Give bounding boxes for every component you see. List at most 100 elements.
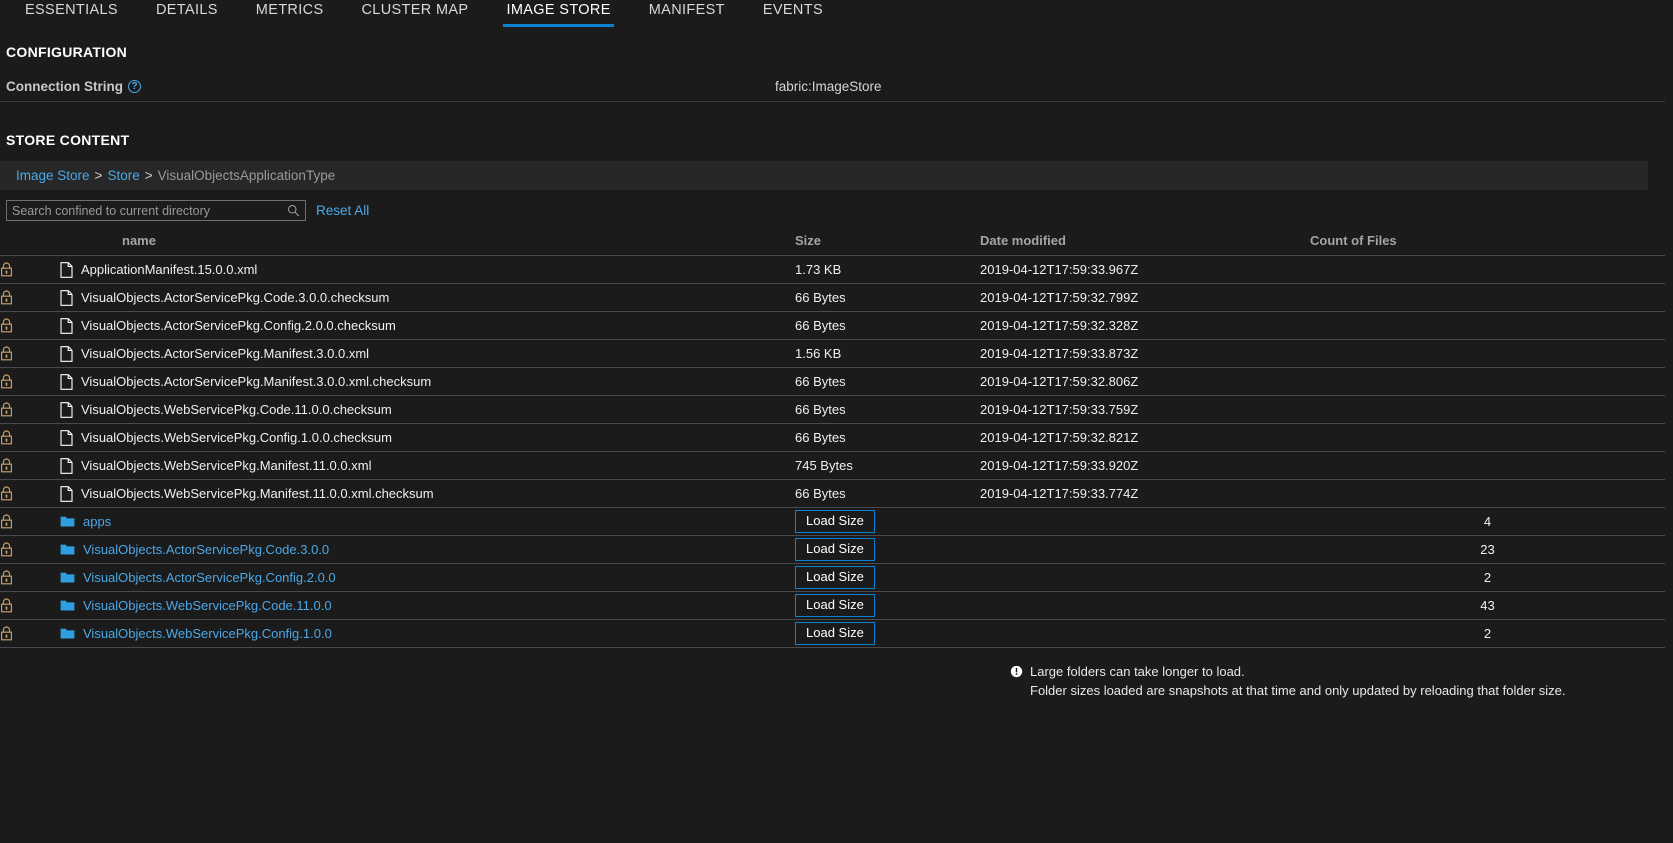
tab-cluster-map[interactable]: CLUSTER MAP bbox=[342, 0, 487, 27]
folder-name-link[interactable]: apps bbox=[83, 514, 111, 529]
file-icon bbox=[60, 261, 73, 278]
breadcrumb-separator: > bbox=[144, 168, 153, 183]
table-row[interactable]: VisualObjects.WebServicePkg.Code.11.0.0.… bbox=[0, 395, 1665, 424]
row-name-wrapper: VisualObjects.ActorServicePkg.Manifest.3… bbox=[60, 345, 795, 362]
row-count-of-files-cell: 2 bbox=[1310, 619, 1665, 648]
file-icon bbox=[60, 289, 73, 306]
row-lock-cell bbox=[0, 283, 60, 312]
lock-icon bbox=[1, 514, 12, 529]
file-icon bbox=[60, 317, 73, 334]
column-header-size[interactable]: Size bbox=[795, 227, 980, 256]
breadcrumb-item-2: VisualObjectsApplicationType bbox=[157, 168, 336, 183]
load-size-button[interactable]: Load Size bbox=[795, 594, 875, 617]
row-name-wrapper: VisualObjects.WebServicePkg.Code.11.0.0.… bbox=[60, 401, 795, 418]
row-name-cell: VisualObjects.WebServicePkg.Config.1.0.0 bbox=[60, 619, 795, 648]
row-name-cell: ApplicationManifest.15.0.0.xml bbox=[60, 255, 795, 284]
table-row[interactable]: VisualObjects.ActorServicePkg.Code.3.0.0… bbox=[0, 535, 1665, 564]
folder-name-link[interactable]: VisualObjects.ActorServicePkg.Code.3.0.0 bbox=[83, 542, 329, 557]
lock-icon bbox=[1, 374, 12, 389]
row-name-cell: VisualObjects.ActorServicePkg.Manifest.3… bbox=[60, 367, 795, 396]
row-count-of-files-cell bbox=[1310, 479, 1665, 508]
tab-events[interactable]: EVENTS bbox=[744, 0, 842, 27]
file-icon bbox=[60, 429, 73, 446]
tab-image-store[interactable]: IMAGE STORE bbox=[487, 0, 629, 27]
file-icon bbox=[60, 345, 73, 362]
breadcrumb-item-1[interactable]: Store bbox=[107, 168, 139, 183]
column-header-name[interactable]: name bbox=[60, 227, 795, 256]
row-name-wrapper: apps bbox=[60, 514, 795, 529]
row-lock-cell bbox=[0, 479, 60, 508]
row-size-cell: 66 Bytes bbox=[795, 395, 980, 424]
store-content-table: name Size Date modified Count of Files A… bbox=[0, 227, 1665, 648]
row-name-cell: VisualObjects.ActorServicePkg.Config.2.0… bbox=[60, 563, 795, 592]
tab-manifest[interactable]: MANIFEST bbox=[630, 0, 744, 27]
load-size-button[interactable]: Load Size bbox=[795, 622, 875, 645]
tab-metrics[interactable]: METRICS bbox=[237, 0, 343, 27]
folder-name-link[interactable]: VisualObjects.WebServicePkg.Config.1.0.0 bbox=[83, 626, 332, 641]
search-input[interactable] bbox=[7, 203, 305, 218]
row-name-wrapper: VisualObjects.WebServicePkg.Config.1.0.0 bbox=[60, 626, 795, 641]
question-mark-icon[interactable]: ? bbox=[128, 80, 141, 93]
note-line-2: Folder sizes loaded are snapshots at tha… bbox=[1030, 683, 1566, 698]
row-lock-cell bbox=[0, 339, 60, 368]
row-name-wrapper: ApplicationManifest.15.0.0.xml bbox=[60, 261, 795, 278]
row-date-modified-cell: 2019-04-12T17:59:33.920Z bbox=[980, 451, 1310, 480]
row-name-cell: apps bbox=[60, 507, 795, 536]
row-size-cell: Load Size bbox=[795, 591, 980, 620]
folder-icon bbox=[60, 516, 75, 527]
search-box[interactable] bbox=[6, 200, 306, 221]
table-row[interactable]: VisualObjects.ActorServicePkg.Config.2.0… bbox=[0, 311, 1665, 340]
configuration-section: CONFIGURATION Connection String ? fabric… bbox=[0, 44, 1673, 102]
tab-essentials[interactable]: ESSENTIALS bbox=[6, 0, 137, 27]
table-row[interactable]: VisualObjects.ActorServicePkg.Config.2.0… bbox=[0, 563, 1665, 592]
file-name: ApplicationManifest.15.0.0.xml bbox=[81, 262, 258, 277]
row-name-wrapper: VisualObjects.WebServicePkg.Code.11.0.0 bbox=[60, 598, 795, 613]
table-row[interactable]: VisualObjects.WebServicePkg.Config.1.0.0… bbox=[0, 619, 1665, 648]
file-name: VisualObjects.ActorServicePkg.Manifest.3… bbox=[81, 374, 432, 389]
row-lock-cell bbox=[0, 311, 60, 340]
file-name: VisualObjects.WebServicePkg.Manifest.11.… bbox=[81, 486, 434, 501]
lock-icon bbox=[1, 430, 12, 445]
table-row[interactable]: ApplicationManifest.15.0.0.xml 1.73 KB 201… bbox=[0, 255, 1665, 284]
table-row[interactable]: VisualObjects.WebServicePkg.Manifest.11.… bbox=[0, 451, 1665, 480]
row-date-modified-cell: 2019-04-12T17:59:33.873Z bbox=[980, 339, 1310, 368]
row-date-modified-cell: 2019-04-12T17:59:32.821Z bbox=[980, 423, 1310, 452]
column-header-date-modified[interactable]: Date modified bbox=[980, 227, 1310, 256]
table-row[interactable]: VisualObjects.WebServicePkg.Code.11.0.0 L… bbox=[0, 591, 1665, 620]
breadcrumb-item-0[interactable]: Image Store bbox=[16, 168, 90, 183]
table-row[interactable]: VisualObjects.WebServicePkg.Config.1.0.0… bbox=[0, 423, 1665, 452]
row-size-cell: Load Size bbox=[795, 507, 980, 536]
row-lock-cell bbox=[0, 255, 60, 284]
load-size-button[interactable]: Load Size bbox=[795, 538, 875, 561]
table-row[interactable]: VisualObjects.ActorServicePkg.Code.3.0.0… bbox=[0, 283, 1665, 312]
row-name-cell: VisualObjects.WebServicePkg.Manifest.11.… bbox=[60, 479, 795, 508]
lock-icon bbox=[1, 458, 12, 473]
table-row[interactable]: VisualObjects.ActorServicePkg.Manifest.3… bbox=[0, 339, 1665, 368]
row-size-cell: 1.73 KB bbox=[795, 255, 980, 284]
column-header-count-of-files[interactable]: Count of Files bbox=[1310, 227, 1665, 256]
folder-name-link[interactable]: VisualObjects.WebServicePkg.Code.11.0.0 bbox=[83, 598, 332, 613]
table-row[interactable]: apps Load Size 4 bbox=[0, 507, 1665, 536]
row-name-wrapper: VisualObjects.ActorServicePkg.Config.2.0… bbox=[60, 570, 795, 585]
breadcrumb: Image Store > Store > VisualObjectsApplicati… bbox=[0, 161, 1648, 190]
load-size-button[interactable]: Load Size bbox=[795, 566, 875, 589]
row-size-cell: Load Size bbox=[795, 535, 980, 564]
row-date-modified-cell bbox=[980, 563, 1310, 592]
lock-icon bbox=[1, 402, 12, 417]
row-name-wrapper: VisualObjects.ActorServicePkg.Manifest.3… bbox=[60, 373, 795, 390]
lock-icon bbox=[1, 486, 12, 501]
row-date-modified-cell: 2019-04-12T17:59:32.328Z bbox=[980, 311, 1310, 340]
breadcrumb-separator: > bbox=[94, 168, 103, 183]
reset-all-link[interactable]: Reset All bbox=[316, 203, 369, 218]
row-lock-cell bbox=[0, 451, 60, 480]
folder-name-link[interactable]: VisualObjects.ActorServicePkg.Config.2.0… bbox=[83, 570, 336, 585]
table-row[interactable]: VisualObjects.ActorServicePkg.Manifest.3… bbox=[0, 367, 1665, 396]
search-icon[interactable] bbox=[287, 204, 300, 217]
tab-details[interactable]: DETAILS bbox=[137, 0, 237, 27]
row-date-modified-cell: 2019-04-12T17:59:33.774Z bbox=[980, 479, 1310, 508]
load-size-button[interactable]: Load Size bbox=[795, 510, 875, 533]
table-row[interactable]: VisualObjects.WebServicePkg.Manifest.11.… bbox=[0, 479, 1665, 508]
row-size-cell: 66 Bytes bbox=[795, 283, 980, 312]
row-date-modified-cell: 2019-04-12T17:59:33.967Z bbox=[980, 255, 1310, 284]
file-icon bbox=[60, 485, 73, 502]
